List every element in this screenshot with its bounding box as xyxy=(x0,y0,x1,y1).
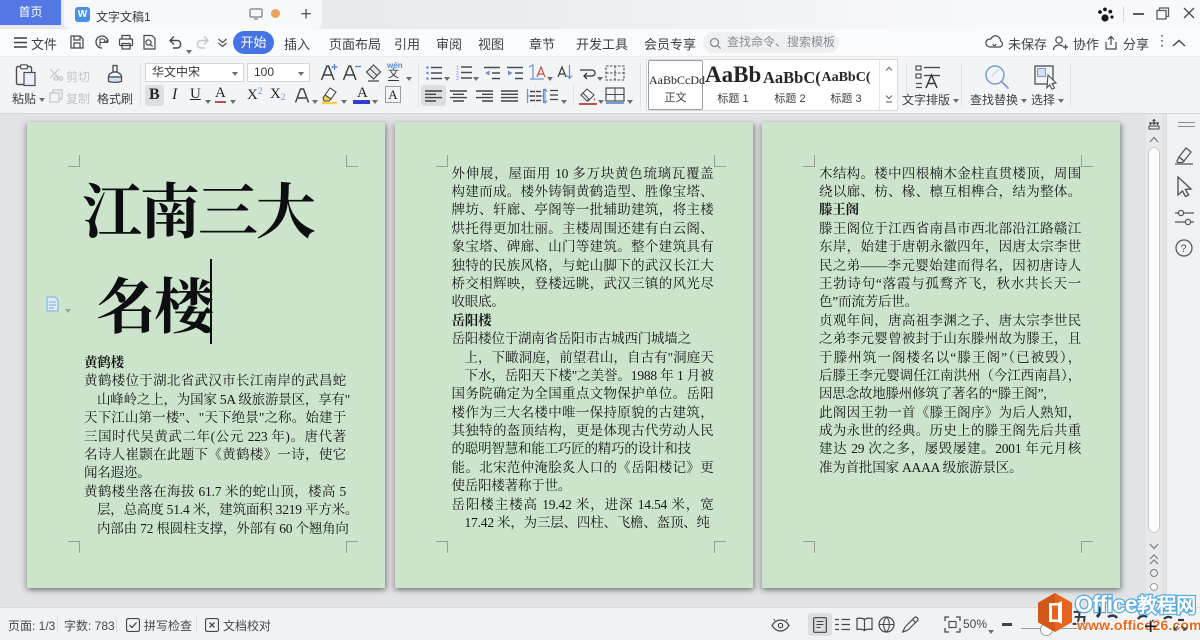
svg-text:Office教程网: Office教程网 xyxy=(1075,591,1196,617)
svg-text:?: ? xyxy=(1181,243,1187,255)
svg-text:3: 3 xyxy=(456,76,459,80)
